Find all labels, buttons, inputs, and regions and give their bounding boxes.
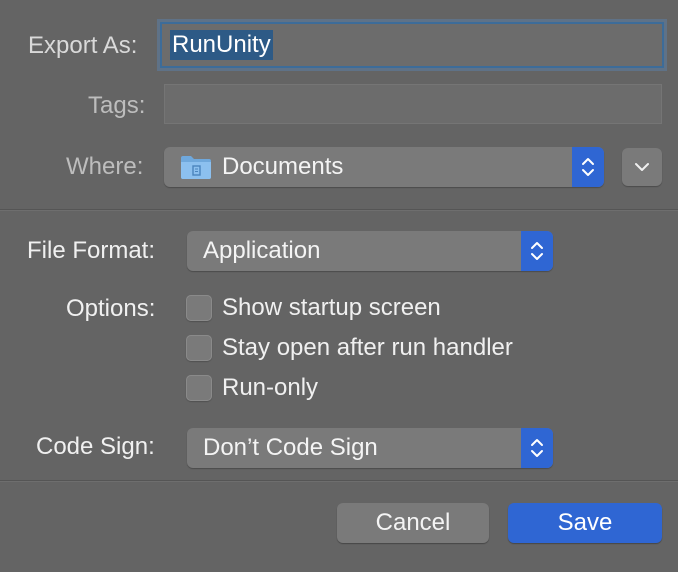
export-as-label: Export As: (28, 32, 138, 59)
file-format-popup[interactable]: Application (187, 231, 553, 271)
where-label: Where: (66, 153, 144, 180)
file-format-value: Application (203, 237, 321, 264)
code-sign-stepper[interactable] (521, 428, 553, 468)
save-button[interactable]: Save (508, 503, 662, 543)
option-stay-open[interactable]: Stay open after run handler (186, 334, 513, 362)
chevron-down-icon (635, 163, 649, 171)
checkbox[interactable] (186, 375, 212, 401)
code-sign-label: Code Sign: (36, 433, 155, 460)
tags-field[interactable] (164, 84, 662, 124)
export-as-field[interactable]: RunUnity (160, 22, 664, 68)
tags-label: Tags: (88, 92, 146, 119)
export-as-value: RunUnity (170, 30, 273, 60)
code-sign-popup[interactable]: Don’t Code Sign (187, 428, 553, 468)
expand-browser-button[interactable] (622, 148, 662, 186)
chevron-up-down-icon (531, 242, 543, 260)
divider-top (0, 209, 678, 210)
options-label: Options: (66, 295, 156, 322)
folder-icon (181, 156, 211, 179)
where-popup[interactable]: Documents (164, 147, 604, 187)
file-format-label: File Format: (27, 237, 156, 264)
option-label: Show startup screen (222, 294, 441, 321)
export-dialog: Export As: RunUnity Tags: Where: Documen… (0, 0, 678, 572)
file-format-stepper[interactable] (521, 231, 553, 271)
where-stepper[interactable] (572, 147, 604, 187)
checkbox[interactable] (186, 335, 212, 361)
chevron-up-down-icon (531, 439, 543, 457)
option-label: Stay open after run handler (222, 334, 513, 361)
where-value: Documents (222, 153, 344, 180)
code-sign-value: Don’t Code Sign (203, 434, 378, 461)
divider-bottom (0, 480, 678, 481)
cancel-button[interactable]: Cancel (337, 503, 489, 543)
checkbox[interactable] (186, 295, 212, 321)
chevron-up-down-icon (582, 158, 594, 176)
option-label: Run-only (222, 374, 319, 401)
option-run-only[interactable]: Run-only (186, 374, 318, 402)
option-show-startup-screen[interactable]: Show startup screen (186, 294, 441, 322)
